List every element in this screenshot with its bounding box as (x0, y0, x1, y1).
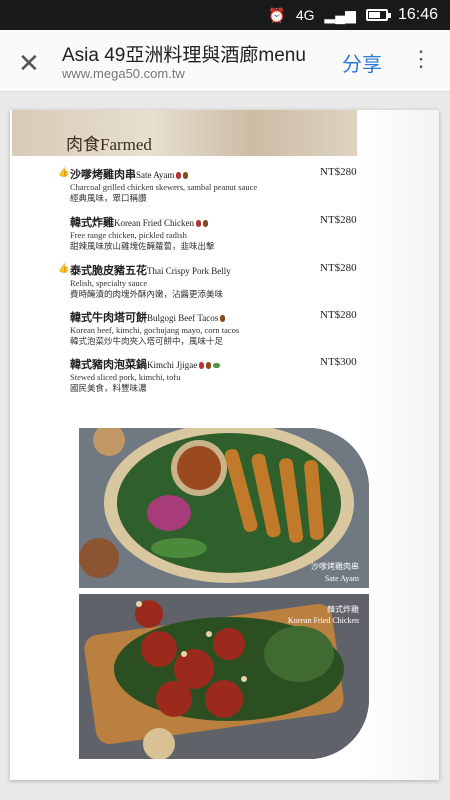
korean-fried-chicken-photo: 韓式炸雞 Korean Fried Chicken (79, 594, 369, 759)
menu-item: 👍 沙嗲烤雞肉串Sate Ayam Charcoal grilled chick… (58, 166, 357, 203)
peanut-icon (202, 219, 208, 227)
menu-item: 韓式豬肉泡菜鍋Kimchi Jjigae Stewed sliced pork,… (70, 356, 357, 393)
price: NT$280 (320, 309, 357, 321)
status-bar: ⏰ 4G ▂▄▆ 16:46 (0, 0, 450, 30)
photo-caption: 韓式炸雞 (327, 605, 359, 614)
menu-item: 韓式炸雞Korean Fried Chicken Free range chic… (70, 214, 357, 251)
photo-caption-en: Sate Ayam (324, 574, 359, 583)
close-icon[interactable]: ✕ (18, 48, 40, 79)
menu-item: 👍 泰式脆皮豬五花Thai Crispy Pork Belly Relish, … (58, 262, 357, 299)
peanut-icon (183, 171, 189, 179)
spicy-icon (176, 171, 182, 179)
alarm-icon: ⏰ (268, 6, 286, 23)
price: NT$280 (320, 166, 357, 178)
price: NT$280 (320, 214, 357, 226)
share-button[interactable]: 分享 (342, 48, 382, 77)
section-title: 肉食Farmed (66, 135, 152, 154)
spicy-icon (199, 361, 205, 369)
vegetable-icon (213, 362, 221, 368)
price: NT$280 (320, 262, 357, 274)
spicy-icon (195, 219, 201, 227)
menu-item: 韓式牛肉塔可餅Bulgogi Beef Tacos Korean beef, k… (70, 309, 357, 346)
signal-icon: ▂▄▆ (324, 6, 356, 23)
peanut-icon (206, 361, 212, 369)
clock: 16:46 (397, 6, 438, 23)
recommend-icon: 👍 (58, 263, 70, 273)
battery-icon (365, 9, 391, 21)
peanut-icon (220, 314, 226, 322)
more-options-icon[interactable]: ⋮ (410, 46, 432, 72)
menu-page: 肉食Farmed 👍 沙嗲烤雞肉串Sate Ayam Charcoal gril… (10, 110, 439, 780)
sate-ayam-photo: 沙嗲烤雞肉串 Sate Ayam (79, 428, 369, 588)
page-url: www.mega50.com.tw (62, 66, 185, 81)
network-indicator: 4G (295, 7, 315, 23)
browser-app-bar: ✕ Asia 49亞洲料理與酒廊menu www.mega50.com.tw 分… (0, 30, 450, 92)
recommend-icon: 👍 (58, 167, 70, 177)
price: NT$300 (320, 356, 357, 368)
section-header: 肉食Farmed (12, 110, 357, 156)
photo-caption-en: Korean Fried Chicken (287, 616, 359, 625)
page-title: Asia 49亞洲料理與酒廊menu (62, 45, 306, 66)
photo-caption: 沙嗲烤雞肉串 (311, 562, 359, 571)
page-edge (357, 110, 439, 780)
